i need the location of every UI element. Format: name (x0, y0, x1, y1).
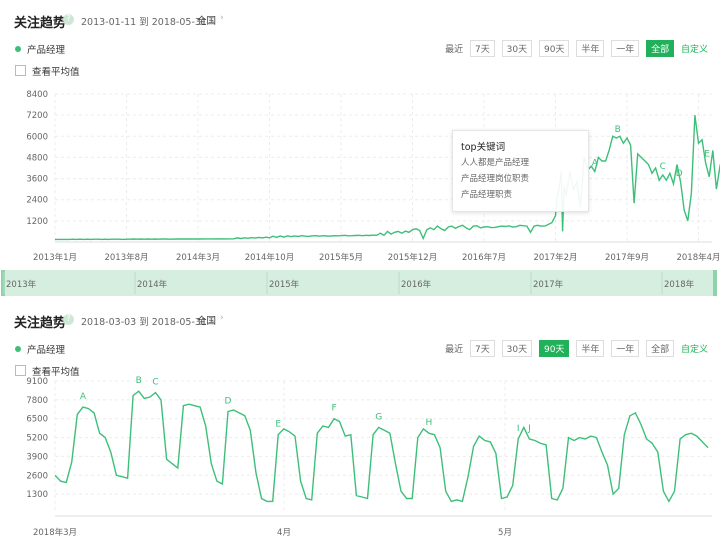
annotation-marker: A (80, 392, 87, 402)
brush-year-label: 2015年 (269, 279, 300, 290)
annotation-marker: D (225, 396, 232, 406)
y-tick-label: 1300 (26, 490, 48, 500)
tooltip-title: top关键词 (461, 142, 506, 153)
y-tick-label: 3900 (26, 452, 48, 462)
x-tick-label: 2015年12月 (388, 252, 437, 263)
x-tick-label: 5月 (498, 528, 512, 538)
brush-year-label: 2013年 (6, 279, 37, 290)
y-tick-label: 6000 (26, 132, 48, 142)
x-tick-label: 2018年4月 (676, 252, 720, 263)
annotation-marker: H (426, 418, 433, 428)
trend-panel-all: 关注趋势 ? 2013-01-11 到 2018-05-31 全国 › 产品经理… (0, 0, 720, 300)
tooltip-item[interactable]: 产品经理岗位职责 (461, 172, 529, 184)
x-tick-label: 2014年3月 (176, 252, 220, 263)
x-tick-label: 2016年7月 (462, 252, 506, 263)
annotation-marker: C (152, 378, 158, 388)
x-tick-label: 2013年1月 (33, 252, 77, 263)
range-brush (3, 270, 717, 296)
brush-year-label: 2016年 (401, 279, 432, 290)
y-tick-label: 2600 (26, 471, 48, 481)
x-tick-label: 2013年8月 (104, 252, 148, 263)
annotation-marker: F (331, 404, 336, 414)
x-tick-label: 2018年3月 (33, 527, 77, 538)
trend-chart-all[interactable]: 1200 2400 3600 4800 6000 7200 8400 2013年1月 2013年… (0, 0, 720, 300)
brush-year-label: 2014年 (137, 279, 168, 290)
y-tick-label: 4800 (26, 153, 48, 163)
annotation-marker: B (615, 125, 621, 135)
x-tick-label: 2017年9月 (605, 252, 649, 263)
x-tick-label: 2015年5月 (319, 252, 363, 263)
tooltip-item[interactable]: 人人都是产品经理 (461, 156, 529, 168)
y-tick-label: 3600 (26, 175, 48, 185)
x-tick-label: 2017年2月 (533, 252, 577, 263)
brush-year-label: 2018年 (664, 279, 695, 290)
y-tick-label: 1200 (26, 217, 48, 227)
tooltip-item[interactable]: 产品经理职责 (461, 188, 512, 200)
y-tick-label: 5200 (26, 434, 48, 444)
y-tick-label: 9100 (26, 377, 48, 387)
x-tick-label: 2014年10月 (245, 252, 294, 263)
annotation-marker: D (676, 169, 683, 179)
annotation-marker: E (275, 420, 281, 430)
annotation-marker: I (517, 424, 520, 434)
brush-year-label: 2017年 (533, 279, 564, 290)
y-tick-label: 2400 (26, 196, 48, 206)
annotation-marker: E (704, 150, 710, 160)
annotation-marker: J (527, 424, 531, 434)
y-tick-label: 6500 (26, 415, 48, 425)
trend-panel-90d: 关注趋势 ? 2018-03-03 到 2018-05-31 全国 › 产品经理… (0, 300, 720, 540)
annotation-marker: G (375, 412, 382, 422)
x-tick-label: 4月 (277, 528, 291, 538)
annotation-marker: C (660, 162, 666, 172)
brush-handle-right (713, 270, 717, 296)
trend-line (54, 390, 709, 503)
annotation-marker: A (592, 159, 599, 169)
trend-chart-90d[interactable]: 1300 2600 3900 5200 6500 7800 9100 2018年3月 4月 5月 A… (0, 300, 720, 540)
annotation-marker: B (136, 376, 142, 386)
keyword-tooltip: top关键词 人人都是产品经理 产品经理岗位职责 产品经理职责 (452, 130, 589, 212)
y-tick-label: 7200 (26, 111, 48, 121)
y-tick-label: 8400 (26, 90, 48, 100)
y-tick-label: 7800 (26, 396, 48, 406)
